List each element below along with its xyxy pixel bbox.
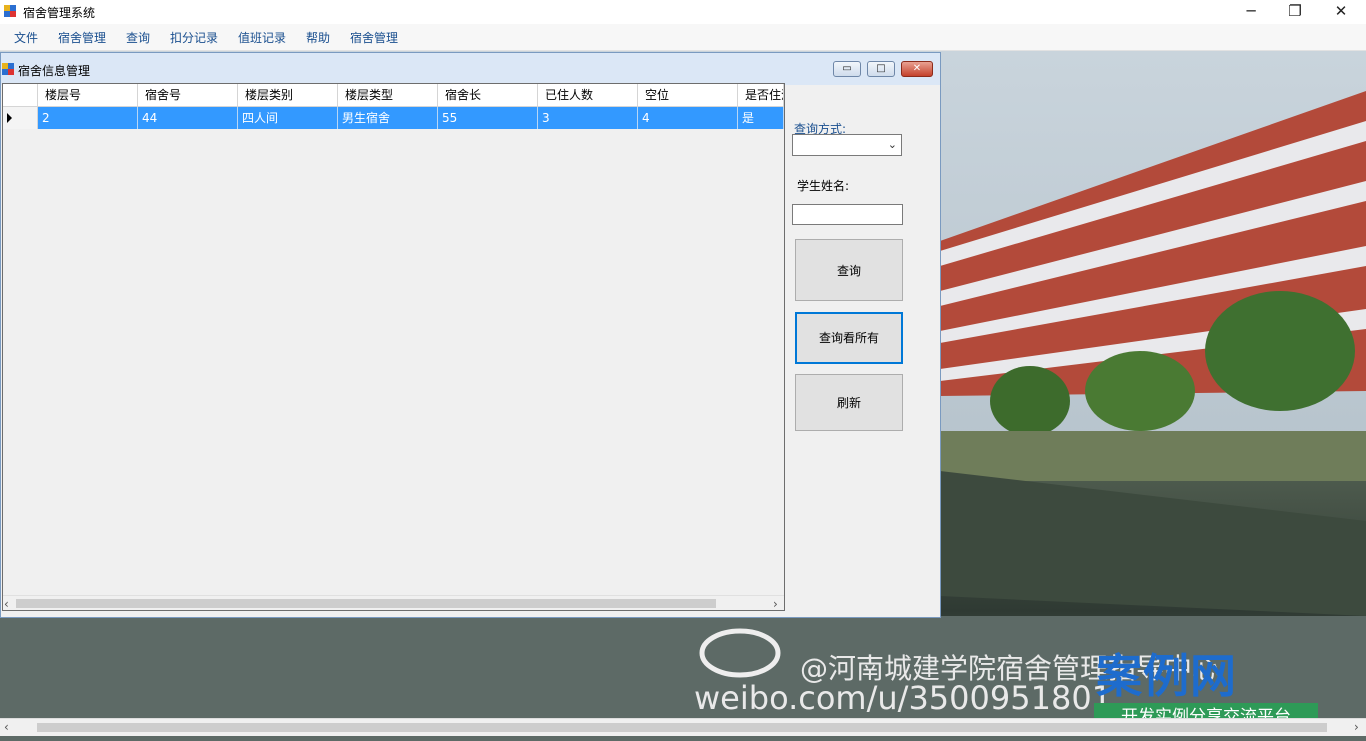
cell-dorm-leader[interactable]: 55: [438, 107, 538, 129]
child-restore-button[interactable]: □: [867, 61, 895, 77]
query-button[interactable]: 查询: [795, 239, 903, 301]
chevron-down-icon[interactable]: ⌄: [888, 138, 897, 151]
col-header-floor-category[interactable]: 楼层类别: [238, 84, 338, 106]
col-header-dorm-leader[interactable]: 宿舍长: [438, 84, 538, 106]
grid-header-row: 楼层号 宿舍号 楼层类别 楼层类型 宿舍长 已住人数 空位 是否住满: [3, 84, 784, 107]
grid-horizontal-scrollbar[interactable]: ‹ ›: [3, 595, 784, 610]
student-name-label: 学生姓名:: [797, 179, 850, 193]
child-window-title: 宿舍信息管理: [18, 64, 91, 78]
cell-floor-no[interactable]: 2: [38, 107, 138, 129]
app-titlebar: 宿舍管理系统 ─ ❐ ✕: [0, 0, 1366, 24]
minimize-button[interactable]: ─: [1228, 0, 1274, 24]
col-header-is-full[interactable]: 是否住满: [738, 84, 784, 106]
menu-dorm-management-2[interactable]: 宿舍管理: [350, 29, 398, 46]
query-panel: 查询方式: ⌄ 学生姓名: 查询 查询看所有 刷新: [787, 83, 937, 611]
query-mode-select[interactable]: ⌄: [792, 134, 902, 156]
grid-corner-cell[interactable]: [3, 84, 38, 106]
query-all-button[interactable]: 查询看所有: [795, 312, 903, 364]
menu-query[interactable]: 查询: [126, 29, 150, 46]
close-button[interactable]: ✕: [1318, 0, 1364, 24]
cell-floor-type[interactable]: 男生宿舍: [338, 107, 438, 129]
app-title: 宿舍管理系统: [23, 6, 96, 20]
current-row-arrow-icon: [7, 113, 12, 123]
row-selector[interactable]: [3, 107, 38, 129]
cell-occupants[interactable]: 3: [538, 107, 638, 129]
scroll-left-icon[interactable]: ‹: [4, 597, 9, 610]
col-header-dorm-no[interactable]: 宿舍号: [138, 84, 238, 106]
app-icon: [4, 5, 16, 17]
weibo-url: weibo.com/u/3500951801: [694, 679, 1113, 717]
col-header-floor-type[interactable]: 楼层类型: [338, 84, 438, 106]
grid-scroll-thumb[interactable]: [16, 599, 716, 608]
main-scroll-right-icon[interactable]: ›: [1354, 720, 1359, 734]
menu-deduction-records[interactable]: 扣分记录: [170, 29, 218, 46]
dorm-data-grid[interactable]: 楼层号 宿舍号 楼层类别 楼层类型 宿舍长 已住人数 空位 是否住满 2 44 …: [2, 83, 785, 611]
child-titlebar[interactable]: 宿舍信息管理 ▭ □ ✕: [1, 53, 940, 85]
menu-dorm-management[interactable]: 宿舍管理: [58, 29, 106, 46]
col-header-vacancies[interactable]: 空位: [638, 84, 738, 106]
cell-dorm-no[interactable]: 44: [138, 107, 238, 129]
col-header-floor-no[interactable]: 楼层号: [38, 84, 138, 106]
cell-is-full[interactable]: 是: [738, 107, 784, 129]
scroll-right-icon[interactable]: ›: [773, 597, 778, 610]
restore-button[interactable]: ❐: [1272, 0, 1318, 24]
main-scroll-thumb[interactable]: [37, 723, 1327, 732]
col-header-occupants[interactable]: 已住人数: [538, 84, 638, 106]
menu-help[interactable]: 帮助: [306, 29, 330, 46]
main-horizontal-scrollbar[interactable]: ‹ ›: [0, 718, 1366, 736]
brand-logo: 案例网: [1096, 649, 1237, 703]
refresh-button[interactable]: 刷新: [795, 374, 903, 431]
student-name-input[interactable]: [792, 204, 903, 225]
main-scroll-left-icon[interactable]: ‹: [4, 720, 9, 734]
child-close-button[interactable]: ✕: [901, 61, 933, 77]
menu-duty-records[interactable]: 值班记录: [238, 29, 286, 46]
cell-floor-category[interactable]: 四人间: [238, 107, 338, 129]
child-minimize-button[interactable]: ▭: [833, 61, 861, 77]
menu-file[interactable]: 文件: [14, 29, 38, 46]
cell-vacancies[interactable]: 4: [638, 107, 738, 129]
child-window-icon: [2, 63, 14, 75]
dorm-info-window: 宿舍信息管理 ▭ □ ✕ 楼层号 宿舍号 楼层类别 楼层类型 宿舍长 已住人数 …: [0, 52, 941, 618]
menu-bar: 文件 宿舍管理 查询 扣分记录 值班记录 帮助 宿舍管理: [0, 24, 1366, 51]
table-row[interactable]: 2 44 四人间 男生宿舍 55 3 4 是: [3, 107, 784, 129]
